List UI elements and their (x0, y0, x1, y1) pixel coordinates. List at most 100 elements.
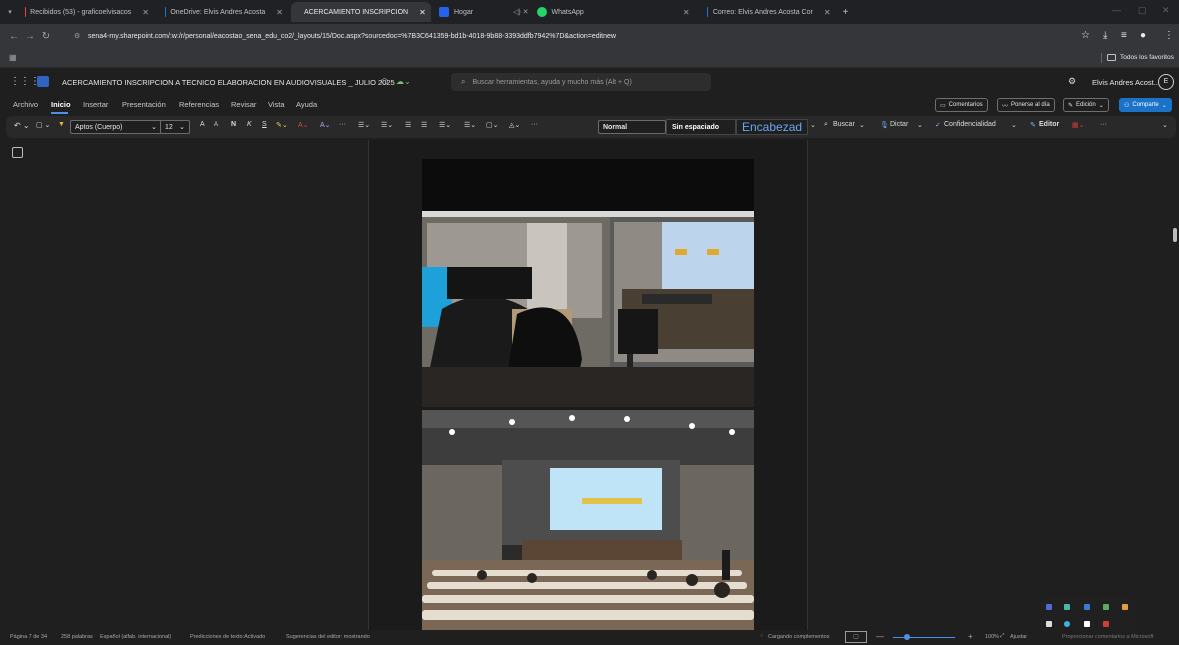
close-tab-icon[interactable]: ✕ (142, 8, 149, 17)
tray-app-icon[interactable] (1064, 621, 1070, 627)
tab-search-icon[interactable]: ▾ (3, 8, 17, 16)
shield-icon[interactable]: ⬡ (381, 77, 388, 86)
underline-button[interactable]: S (262, 121, 267, 128)
scrollbar-thumb[interactable] (1173, 228, 1177, 242)
close-tab-icon[interactable]: ✕ (683, 8, 690, 17)
style-no-spacing[interactable]: Sin espaciado (666, 119, 736, 135)
zoom-out-button[interactable]: — (876, 632, 884, 641)
close-tab-icon[interactable]: ✕ (824, 8, 831, 17)
italic-button[interactable]: K (247, 121, 252, 128)
tray-app-icon[interactable] (1046, 604, 1052, 610)
more-options-button[interactable]: ··· (1100, 121, 1107, 128)
download-icon[interactable]: ⤓ (1103, 30, 1107, 41)
undo-icon[interactable]: ↶ ⌄ (14, 121, 30, 130)
browser-tab-outlook[interactable]: Correo: Elvis Andres Acosta Cor ✕ (699, 2, 839, 22)
bullets-icon[interactable]: ☰⌄ (358, 121, 370, 129)
apps-icon[interactable]: ▦ (9, 53, 17, 62)
tab-referencias[interactable]: Referencias (179, 100, 219, 109)
minimize-icon[interactable]: — (1112, 5, 1121, 15)
zoom-in-button[interactable]: + (968, 632, 973, 641)
navigation-pane-icon[interactable] (12, 147, 23, 158)
star-icon[interactable]: ☆ (1081, 30, 1090, 41)
more-paragraph-icon[interactable]: ··· (531, 121, 538, 128)
tab-presentacion[interactable]: Presentación (122, 100, 166, 109)
tab-revisar[interactable]: Revisar (231, 100, 256, 109)
user-name[interactable]: Elvis Andres Acost... (1092, 78, 1160, 87)
all-favorites-link[interactable]: Todos los favoritos (1120, 54, 1174, 61)
feedback-link[interactable]: Proporcionar comentarios a Microsoft (1062, 634, 1153, 640)
language-status[interactable]: Español (alfab. internacional) (100, 634, 171, 640)
focus-mode-icon[interactable]: ▢ (845, 631, 867, 643)
close-window-icon[interactable]: ✕ (1162, 5, 1170, 16)
search-input[interactable]: ⌕ Buscar herramientas, ayuda y mucho más… (451, 73, 711, 91)
zoom-slider-thumb[interactable] (904, 634, 910, 640)
align-icon[interactable]: ☰⌄ (439, 121, 451, 129)
text-predictions-status[interactable]: Predicciones de texto:Activado (190, 634, 265, 640)
settings-gear-icon[interactable]: ⚙ (1068, 76, 1076, 87)
cloud-save-icon[interactable]: ☁⌄ (396, 77, 411, 86)
url-input[interactable]: ⚙ sena4-my.sharepoint.com/:w:/r/personal… (68, 27, 1068, 45)
profile-icon[interactable]: ● (1140, 30, 1146, 41)
site-info-icon[interactable]: ⚙ (74, 32, 80, 40)
avatar[interactable]: E (1158, 74, 1174, 90)
highlight-icon[interactable]: ✎⌄ (276, 121, 288, 129)
close-tab-icon[interactable]: ✕ (276, 8, 283, 17)
outdent-icon[interactable]: ☰ (405, 121, 411, 129)
browser-tab-hogar[interactable]: Hogar (431, 2, 521, 22)
table-icon[interactable]: ▦⌄ (1072, 121, 1084, 129)
fit-button[interactable]: Ajustar (1010, 634, 1027, 640)
catch-up-button[interactable]: 〰 Ponerse al día (997, 98, 1055, 112)
browser-tab-whatsapp[interactable]: WhatsApp ✕ (529, 2, 699, 22)
editor-button[interactable]: Editor (1039, 121, 1059, 128)
styles-gallery-chevron-icon[interactable]: ⌄ (810, 121, 816, 129)
tab-vista[interactable]: Vista (268, 100, 285, 109)
maximize-icon[interactable]: ▢ (1138, 5, 1147, 16)
menu-icon[interactable]: ⋮ (1164, 30, 1174, 41)
microphone-icon[interactable]: 🎙 (880, 121, 889, 129)
sensitivity-button[interactable]: Confidencialidad (944, 121, 996, 128)
browser-tab-document[interactable]: ACERCAMIENTO INSCRIPCION ✕ (291, 2, 431, 22)
share-button[interactable]: ⚇ Comparte ⌄ (1119, 98, 1172, 112)
collapse-ribbon-icon[interactable]: ⌄ (1162, 121, 1168, 129)
tray-app-icon[interactable] (1103, 621, 1109, 627)
extensions-icon[interactable]: ≡ (1121, 30, 1127, 41)
document-title[interactable]: ACERCAMIENTO INSCRIPCION A TECNICO ELABO… (62, 78, 395, 87)
tray-app-icon[interactable] (1084, 604, 1090, 610)
tray-app-icon[interactable] (1103, 604, 1109, 610)
style-heading[interactable]: Encabezad (736, 119, 808, 135)
browser-tab-onedrive[interactable]: OneDrive: Elvis Andres Acosta ✕ (157, 2, 291, 22)
new-tab-button[interactable]: + (843, 7, 849, 18)
borders-icon[interactable]: ▢⌄ (486, 121, 498, 129)
format-painter-icon[interactable]: ▼ (58, 121, 65, 128)
app-launcher-icon[interactable]: ⋮⋮⋮ (10, 76, 40, 87)
grow-font-button[interactable]: A (200, 121, 205, 128)
style-normal[interactable]: Normal (598, 120, 666, 134)
tab-inicio[interactable]: Inicio (51, 100, 71, 109)
font-color-icon[interactable]: A⌄ (298, 121, 309, 129)
browser-tab-gmail[interactable]: Recibidos (53) - graficoelvisacos ✕ (17, 2, 157, 22)
shading-icon[interactable]: ◬⌄ (509, 121, 520, 129)
sensitivity-icon[interactable]: ✓ (935, 121, 941, 129)
paste-icon[interactable]: ▢ ⌄ (36, 121, 50, 129)
document-page[interactable] (368, 140, 808, 630)
editor-pen-icon[interactable]: ✎ (1030, 121, 1036, 129)
font-size-select[interactable]: 12 ⌄ (160, 120, 190, 134)
bold-button[interactable]: N (231, 121, 236, 128)
editor-suggestions-status[interactable]: Sugerencias del editor: mostrando (286, 634, 370, 640)
zoom-level[interactable]: 100% (985, 634, 999, 640)
close-tab-icon[interactable]: ✕ (419, 8, 426, 17)
comments-button[interactable]: ▭ Comentarios (935, 98, 988, 112)
word-count[interactable]: 258 palabras (61, 634, 93, 640)
shrink-font-button[interactable]: A (214, 122, 218, 128)
tab-archivo[interactable]: Archivo (13, 100, 38, 109)
tab-ayuda[interactable]: Ayuda (296, 100, 317, 109)
find-button[interactable]: Buscar (833, 121, 855, 128)
tray-app-icon[interactable] (1064, 604, 1070, 610)
forward-icon[interactable]: → (22, 31, 38, 42)
font-family-select[interactable]: Aptos (Cuerpo) ⌄ (70, 120, 162, 134)
page-count[interactable]: Página 7 de 34 (10, 634, 47, 640)
tray-app-icon[interactable] (1084, 621, 1090, 627)
tray-app-icon[interactable] (1046, 621, 1052, 627)
tab-insertar[interactable]: Insertar (83, 100, 108, 109)
spacing-icon[interactable]: ☰⌄ (464, 121, 476, 129)
